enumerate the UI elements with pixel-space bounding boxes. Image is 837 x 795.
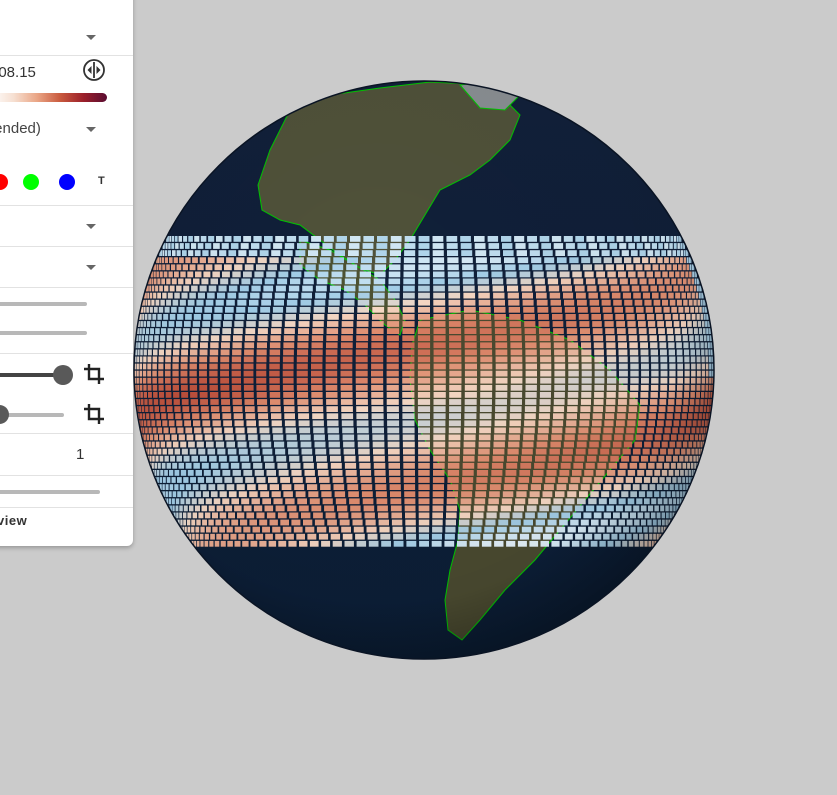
globe-shade <box>134 81 714 659</box>
globe-view[interactable] <box>0 0 837 795</box>
